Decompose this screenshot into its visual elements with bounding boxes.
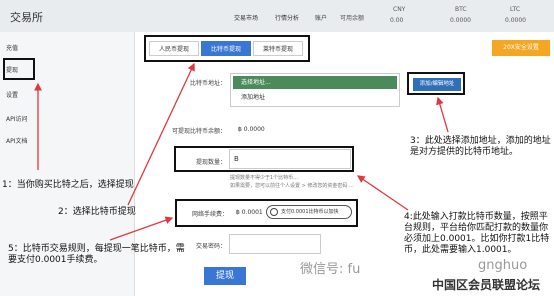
annotation-5: 5：比特币交易规则，每提现一笔比特币，需要支付0.0001手续费。 <box>8 244 185 265</box>
page: 交易所 交易市场 行情分析 账户 可用余额 CNY 0.00 BTC 0.000… <box>0 0 554 296</box>
annotation-3: 3：此处选择添加地址，添加的地址是对方提供的比特币地址。 <box>410 136 551 157</box>
arrow-3 <box>436 96 449 133</box>
arrow-4 <box>356 175 409 211</box>
watermark-text-2: gnghuo <box>478 258 528 273</box>
arrow-5 <box>109 216 174 241</box>
annotation-4: 4:此处输入打款比特币数量，按照平台规则，平台给你匹配打款的数量你必须加上0.0… <box>404 212 550 255</box>
annotation-2: 2：选择比特币提现 <box>58 207 136 217</box>
annotation-1: 1：当你购买比特之后，选择提现 <box>2 180 134 190</box>
forum-watermark: 中国区会员联盟论坛 <box>432 278 541 292</box>
watermark-text: 微信号: fu <box>300 262 361 277</box>
